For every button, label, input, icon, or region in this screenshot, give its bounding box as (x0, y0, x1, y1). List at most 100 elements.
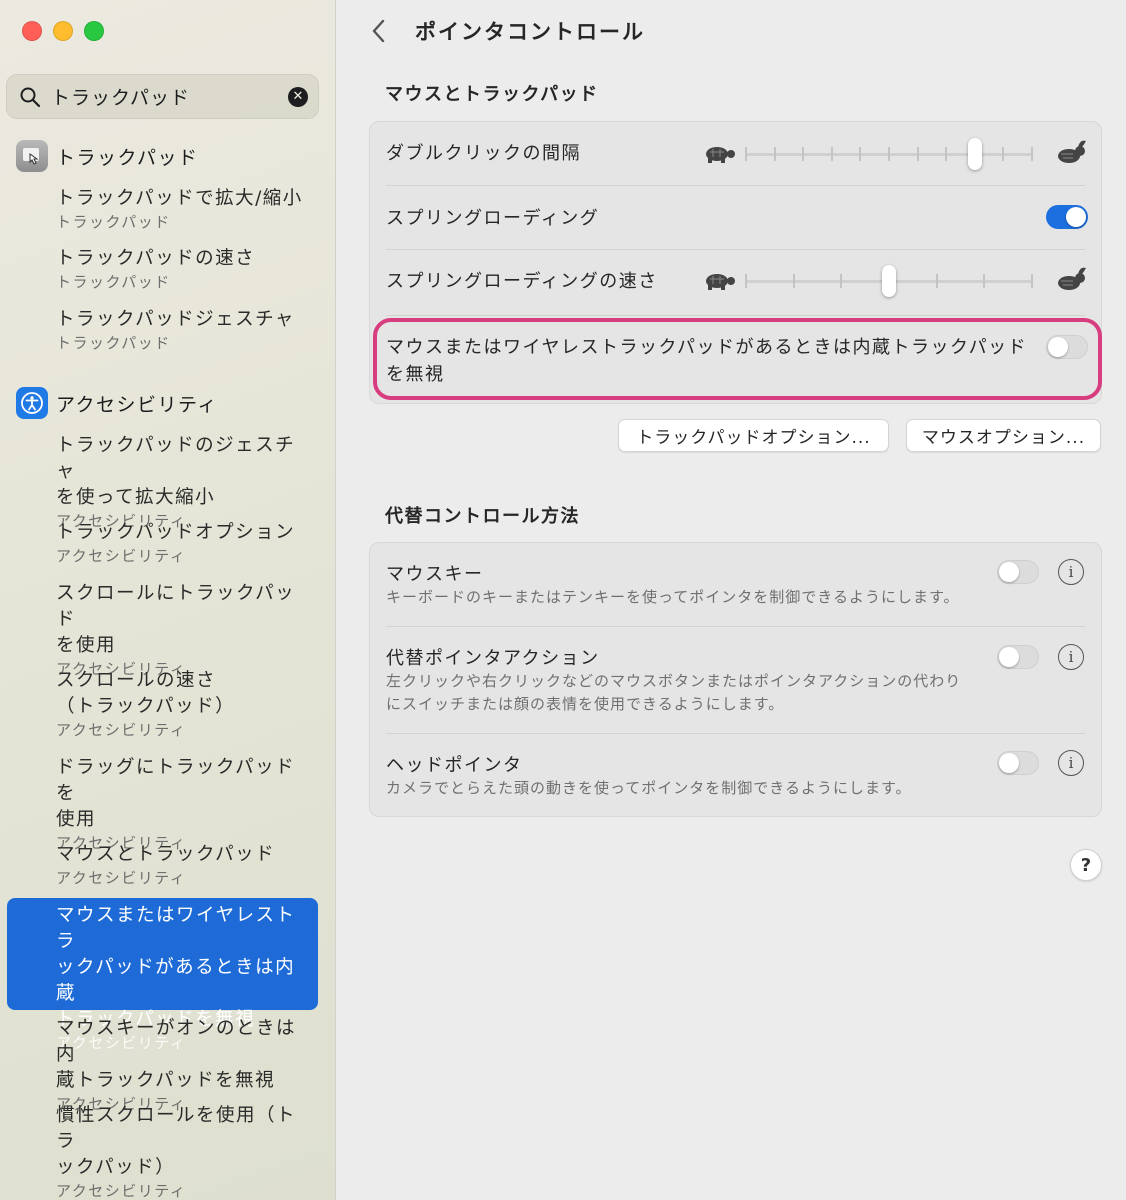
rabbit-icon (1058, 140, 1086, 163)
sidebar-item-scroll-trackpad[interactable]: スクロールにトラックパッド を使用 アクセシビリティ (56, 581, 314, 679)
info-icon[interactable]: i (1058, 644, 1084, 670)
sidebar-item-trackpad-options[interactable]: トラックパッドオプション アクセシビリティ (56, 520, 314, 566)
slider-tick (916, 147, 919, 161)
sidebar-item-subtitle: アクセシビリティ (56, 547, 187, 565)
main-pane: ポインタコントロール マウスとトラックパッド ダブルクリックの間隔 スプリングロ… (337, 0, 1126, 1200)
search-icon (20, 87, 41, 107)
sidebar-item-title-line2: 使用 (56, 809, 97, 830)
search-field[interactable]: トラックパッド ✕ (6, 74, 319, 119)
sidebar-section-label: トラックパッド (56, 146, 199, 169)
mouse-keys-label: マウスキー (386, 564, 484, 585)
sidebar-item-title: トラックパッドのジェスチャ (56, 435, 296, 482)
sidebar-item-title-line2: を使用 (56, 635, 117, 656)
sidebar-item-title: マウスまたはワイヤレストラ (56, 905, 296, 952)
slider-tick (745, 147, 747, 161)
slider-tick (983, 274, 986, 288)
row-divider (386, 733, 1085, 734)
sidebar-item-subtitle: トラックパッド (56, 334, 171, 352)
alt-pointer-label: 代替ポインタアクション (386, 648, 600, 669)
sidebar-item-drag-trackpad[interactable]: ドラッグにトラックパッドを 使用 アクセシビリティ (56, 755, 314, 853)
sidebar-item-subtitle: トラックパッド (56, 213, 171, 231)
back-chevron-icon[interactable] (369, 18, 389, 44)
row-divider (386, 185, 1085, 186)
clear-search-icon[interactable]: ✕ (288, 86, 308, 107)
sidebar-item-title-line2: ックパッド） (56, 1157, 176, 1178)
sidebar-item-title: 慣性スクロールを使用（トラ (56, 1105, 297, 1152)
sidebar-item-mouse-trackpad[interactable]: マウスとトラックパッド アクセシビリティ (56, 842, 314, 888)
slider-tick (830, 147, 833, 161)
alt-pointer-description-line2: にスイッチまたは顔の表情を使用できるようにします。 (386, 695, 785, 713)
sidebar-item-mouse-keys-ignore[interactable]: マウスキーがオンのときは内 蔵トラックパッドを無視 アクセシビリティ (56, 1016, 314, 1114)
sidebar-item-title: マウスキーがオンのときは内 (56, 1018, 297, 1065)
sidebar-item-inertia-scroll[interactable]: 慣性スクロールを使用（トラ ックパッド） アクセシビリティ (56, 1103, 314, 1200)
row-divider (386, 315, 1085, 316)
sidebar-item-subtitle: アクセシビリティ (56, 869, 187, 887)
alternate-control-group: マウスキー キーボードのキーまたはテンキーを使ってポインタを制御できるようにしま… (369, 542, 1102, 817)
sidebar-item-title: トラックパッドの速さ (56, 248, 256, 269)
close-window-button[interactable] (22, 21, 42, 41)
sidebar-item-title: スクロールの速さ (56, 670, 217, 691)
search-input[interactable]: トラックパッド (51, 83, 288, 110)
spring-speed-slider[interactable] (702, 264, 1088, 298)
spring-loading-toggle[interactable] (1046, 205, 1088, 229)
slider-tick (1002, 147, 1005, 161)
sidebar-item-trackpad-zoom[interactable]: トラックパッドで拡大/縮小 トラックパッド (56, 186, 314, 232)
slider-tick (840, 274, 843, 288)
turtle-icon (706, 274, 735, 290)
slider-tick (888, 147, 890, 161)
head-pointer-label: ヘッドポインタ (386, 755, 523, 776)
slider-thumb[interactable] (967, 138, 982, 170)
turtle-icon (706, 147, 735, 163)
sidebar-item-subtitle: アクセシビリティ (56, 1182, 187, 1200)
trackpad-options-button[interactable]: トラックパッドオプション... (618, 419, 889, 452)
sidebar-item-title: ドラッグにトラックパッドを (56, 757, 296, 804)
toggle-knob (999, 562, 1019, 582)
toggle-knob (999, 753, 1019, 773)
slider-tick (859, 147, 862, 161)
alt-pointer-description-line1: 左クリックや右クリックなどのマウスボタンまたはポインタアクションの代わり (386, 672, 962, 690)
slider-tick (935, 274, 938, 288)
sidebar-item-subtitle: アクセシビリティ (56, 721, 187, 739)
sidebar-item-title-line2: ックパッドがあるときは内蔵 (56, 957, 296, 1004)
highlight-outline (373, 318, 1102, 400)
double-click-slider[interactable] (702, 137, 1088, 171)
sidebar-section-trackpad[interactable]: トラックパッド (16, 140, 199, 172)
head-pointer-description: カメラでとらえた頭の動きを使ってポインタを制御できるようにします。 (386, 779, 912, 797)
help-button[interactable]: ? (1070, 849, 1102, 881)
slider-tick (945, 147, 948, 161)
alt-pointer-description: 左クリックや右クリックなどのマウスボタンまたはポインタアクションの代わり にスイ… (386, 670, 961, 716)
info-icon[interactable]: i (1058, 559, 1084, 585)
mouse-keys-description: キーボードのキーまたはテンキーを使ってポインタを制御できるようにします。 (386, 588, 960, 606)
spring-speed-label: スプリングローディングの速さ (386, 271, 658, 292)
slider-thumb[interactable] (882, 265, 896, 297)
sidebar-item-trackpad-speed[interactable]: トラックパッドの速さ トラックパッド (56, 246, 314, 292)
window-controls (22, 21, 104, 41)
slider-tick (792, 274, 795, 288)
toggle-knob (1066, 207, 1086, 227)
mouse-options-button[interactable]: マウスオプション... (906, 419, 1101, 452)
section-heading-mouse-trackpad: マウスとトラックパッド (385, 84, 599, 105)
sidebar: トラックパッド ✕ トラックパッド トラックパッドで拡大/縮小 トラックパッド … (0, 0, 336, 1200)
spring-loading-label: スプリングローディング (386, 208, 600, 229)
head-pointer-toggle[interactable] (997, 751, 1039, 775)
double-click-label: ダブルクリックの間隔 (386, 143, 581, 164)
slider-tick (745, 274, 747, 288)
sidebar-item-scroll-speed[interactable]: スクロールの速さ （トラックパッド） アクセシビリティ (56, 668, 314, 740)
alt-pointer-toggle[interactable] (997, 645, 1039, 669)
sidebar-item-trackpad-gesture-zoom[interactable]: トラックパッドのジェスチャ を使って拡大縮小 アクセシビリティ (56, 433, 314, 531)
zoom-window-button[interactable] (84, 21, 104, 41)
mouse-keys-toggle[interactable] (997, 560, 1039, 584)
rabbit-icon (1058, 267, 1086, 290)
minimize-window-button[interactable] (53, 21, 73, 41)
sidebar-section-accessibility[interactable]: アクセシビリティ (16, 387, 218, 419)
toggle-knob (999, 647, 1019, 667)
row-divider (386, 249, 1085, 250)
info-icon[interactable]: i (1058, 750, 1084, 776)
sidebar-item-title-line2: を使って拡大縮小 (56, 487, 216, 508)
row-divider (386, 626, 1085, 627)
slider-tick (802, 147, 805, 161)
sidebar-item-trackpad-gestures[interactable]: トラックパッドジェスチャ トラックパッド (56, 307, 314, 353)
page-title: ポインタコントロール (415, 20, 645, 44)
slider-tick (1031, 147, 1033, 161)
trackpad-icon (16, 140, 48, 172)
